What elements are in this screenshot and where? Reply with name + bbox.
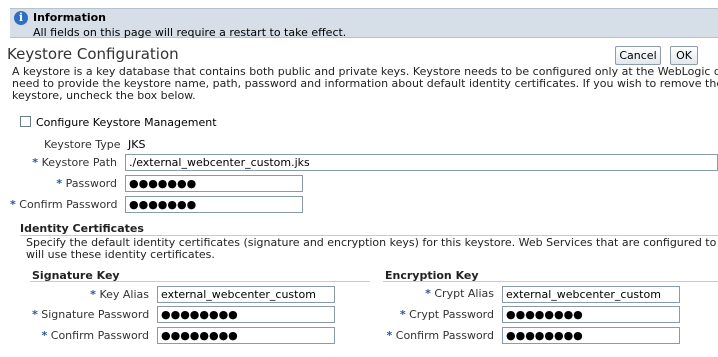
info-icon: i [14, 11, 28, 25]
identity-description: Specify the default identity certificate… [26, 237, 718, 261]
password-label: * Password [56, 177, 117, 190]
required-marker: * [386, 329, 393, 342]
keystore-path-label: * Keystore Path [32, 156, 117, 169]
password-input[interactable]: ●●●●●●● [125, 175, 303, 192]
encryption-confirm-password-label: * Confirm Password [386, 329, 495, 342]
required-marker: * [425, 287, 431, 300]
confirm-password-label: * Confirm Password [10, 198, 118, 211]
required-marker: * [32, 308, 38, 321]
crypt-alias-input[interactable]: external_webcenter_custom [502, 286, 680, 303]
information-title: Information [33, 11, 106, 24]
cancel-button[interactable]: Cancel [615, 46, 661, 65]
required-marker: * [90, 288, 96, 301]
signature-password-label: * Signature Password [32, 308, 150, 321]
ok-button[interactable]: OK [670, 46, 698, 65]
crypt-password-label: * Crypt Password [399, 308, 494, 321]
signature-confirm-password-label: * Confirm Password [41, 329, 150, 342]
keystore-description: A keystore is a key database that contai… [12, 66, 718, 102]
required-marker: * [399, 308, 406, 321]
key-alias-label: * Key Alias [90, 288, 149, 301]
section-divider [383, 281, 718, 282]
keystore-configuration-page: i Information All fields on this page wi… [0, 0, 718, 357]
keystore-type-value: JKS [128, 138, 146, 151]
configure-keystore-label: Configure Keystore Management [36, 116, 217, 129]
required-marker: * [32, 156, 39, 169]
identity-certificates-heading: Identity Certificates [20, 222, 144, 235]
confirm-password-input[interactable]: ●●●●●●● [125, 196, 303, 213]
information-message: All fields on this page will require a r… [33, 26, 347, 39]
information-banner: i Information All fields on this page wi… [10, 8, 718, 39]
description-line: will use these identity certificates. [26, 248, 215, 261]
keystore-path-input[interactable]: ./external_webcenter_custom.jks [125, 154, 718, 171]
section-divider [30, 281, 370, 282]
configure-keystore-checkbox[interactable] [20, 116, 31, 127]
crypt-password-input[interactable]: ●●●●●●●● [502, 306, 680, 323]
encryption-confirm-password-input[interactable]: ●●●●●●●● [502, 327, 680, 344]
page-title: Keystore Configuration [7, 45, 179, 63]
signature-password-input[interactable]: ●●●●●●●● [157, 306, 335, 323]
crypt-alias-label: * Crypt Alias [425, 287, 494, 300]
required-marker: * [10, 198, 16, 211]
keystore-type-label: Keystore Type [44, 138, 121, 151]
key-alias-input[interactable]: external_webcenter_custom [157, 286, 335, 303]
signature-confirm-password-input[interactable]: ●●●●●●●● [157, 327, 335, 344]
required-marker: * [56, 177, 63, 190]
description-line: keystore, uncheck the box below. [12, 89, 196, 102]
required-marker: * [41, 329, 48, 342]
